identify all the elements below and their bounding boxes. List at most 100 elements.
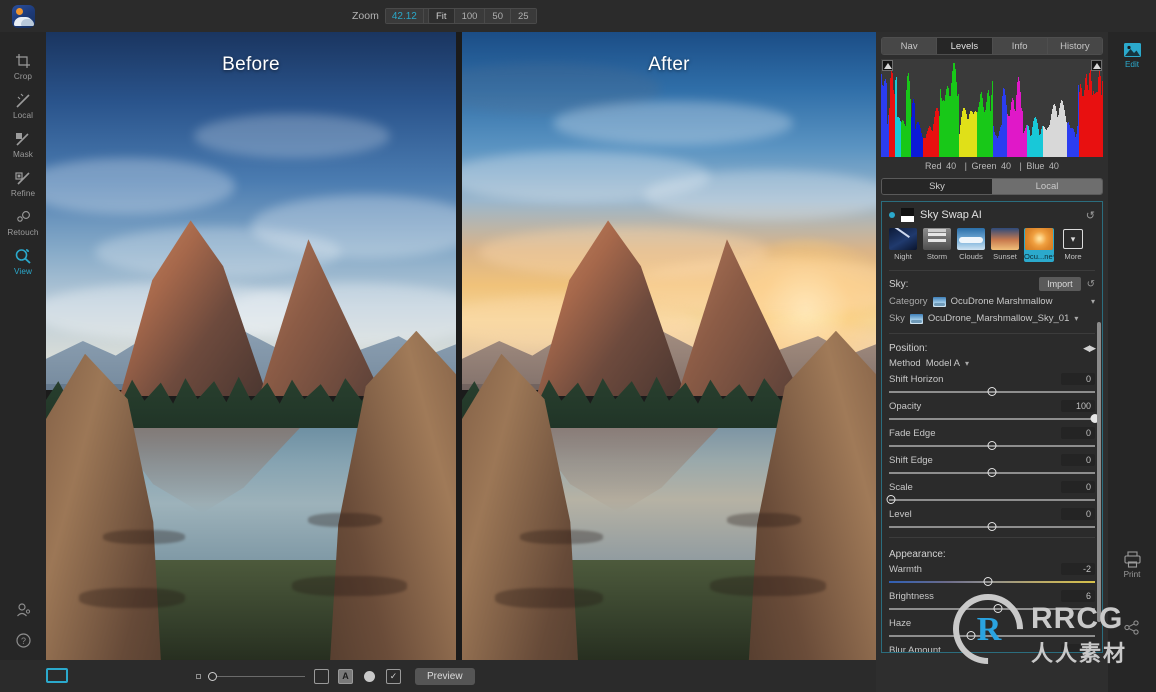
letter-a-icon[interactable]: A — [338, 669, 353, 684]
checkmark-box-icon[interactable]: ✓ — [386, 669, 401, 684]
preview-button[interactable]: Preview — [415, 668, 475, 685]
sidebar-item-refine[interactable]: Refine — [0, 163, 46, 202]
green-value: 40 — [1001, 161, 1011, 171]
tab-info[interactable]: Info — [993, 38, 1048, 54]
tab-levels[interactable]: Levels — [937, 38, 992, 54]
slider-track[interactable] — [889, 386, 1095, 398]
zoom-50-button[interactable]: 50 — [485, 9, 511, 23]
rail-item-print[interactable]: Print — [1108, 544, 1156, 581]
preset-more[interactable]: ▾ More — [1058, 228, 1088, 262]
tab-history[interactable]: History — [1048, 38, 1102, 54]
preset-clouds[interactable]: Clouds — [956, 228, 986, 262]
slider-value[interactable] — [1061, 622, 1095, 624]
preset-storm-icon — [923, 228, 951, 250]
tab-sky[interactable]: Sky — [882, 179, 992, 194]
slider-value[interactable]: 0 — [1061, 427, 1095, 439]
zoom-fit-button[interactable]: Fit — [429, 9, 455, 23]
preset-night[interactable]: Night — [888, 228, 918, 262]
sidebar-item-help[interactable]: ? — [0, 624, 46, 654]
slider-value[interactable]: 0 — [1061, 373, 1095, 385]
chevron-down-icon[interactable]: ▾ — [1074, 314, 1078, 323]
histogram[interactable] — [881, 59, 1103, 157]
slider-brightness[interactable]: Brightness6 — [882, 588, 1102, 615]
sidebar-item-account[interactable] — [0, 594, 46, 624]
filled-circle-icon[interactable] — [362, 669, 377, 684]
slider-value[interactable]: -2 — [1061, 563, 1095, 575]
rail-item-share[interactable] — [1108, 612, 1156, 639]
slider-track[interactable] — [889, 576, 1095, 588]
sidebar-item-retouch[interactable]: Retouch — [0, 202, 46, 241]
slider-shift-horizon[interactable]: Shift Horizon0 — [882, 371, 1102, 398]
slider-handle[interactable] — [988, 441, 997, 450]
slider-track[interactable] — [889, 494, 1095, 506]
slider-handle[interactable] — [988, 522, 997, 531]
sidebar-item-crop[interactable]: Crop — [0, 46, 46, 85]
slider-blur-amount[interactable]: Blur Amount0 — [882, 642, 1102, 653]
preset-strip: Night Storm Clouds Sunset Ocu...ne* — [882, 226, 1102, 268]
method-row[interactable]: Method Model A ▾ — [882, 355, 1102, 371]
slider-haze[interactable]: Haze — [882, 615, 1102, 642]
zoom-label: Zoom — [352, 10, 379, 22]
slider-fade-edge[interactable]: Fade Edge0 — [882, 425, 1102, 452]
zoom-100-button[interactable]: 100 — [455, 9, 486, 23]
category-row[interactable]: Category OcuDrone Marshmallow ▾ — [882, 293, 1102, 310]
zoom-value[interactable]: 42.12 — [386, 9, 423, 23]
slider-opacity[interactable]: Opacity100 — [882, 398, 1102, 425]
sidebar-item-view[interactable]: View — [0, 241, 46, 280]
slider-scale[interactable]: Scale0 — [882, 479, 1102, 506]
slider-track[interactable] — [889, 521, 1095, 533]
slider-track[interactable] — [889, 467, 1095, 479]
slider-value[interactable]: 0 — [1061, 644, 1095, 653]
zoom-25-button[interactable]: 25 — [511, 9, 536, 23]
small-square-icon[interactable] — [196, 674, 201, 679]
chevron-down-icon[interactable]: ▾ — [1091, 297, 1095, 306]
slider-value[interactable]: 0 — [1061, 454, 1095, 466]
sidebar-item-local[interactable]: Local — [0, 85, 46, 124]
image-canvas[interactable]: Before — [46, 32, 876, 660]
rail-item-edit[interactable]: Edit — [1108, 34, 1156, 71]
slider-value[interactable]: 0 — [1061, 508, 1095, 520]
tab-local[interactable]: Local — [992, 179, 1102, 194]
slider-handle[interactable] — [988, 468, 997, 477]
slider-value[interactable]: 0 — [1061, 481, 1095, 493]
red-value: 40 — [946, 161, 956, 171]
view-rect-icon[interactable] — [46, 668, 68, 683]
reset-arrow-icon[interactable]: ↺ — [1087, 279, 1095, 290]
slider-knob-icon[interactable] — [208, 672, 217, 681]
bottom-slider-track[interactable] — [217, 676, 305, 677]
slider-track[interactable] — [889, 630, 1095, 642]
level-handle-left-icon[interactable] — [882, 60, 893, 71]
slider-handle[interactable] — [994, 604, 1003, 613]
slider-track[interactable] — [889, 413, 1095, 425]
panel-scrollbar[interactable] — [1097, 322, 1101, 622]
tab-nav[interactable]: Nav — [882, 38, 937, 54]
import-button[interactable]: Import — [1039, 277, 1081, 291]
slider-handle[interactable] — [967, 631, 976, 640]
slider-value[interactable]: 6 — [1061, 590, 1095, 602]
after-image-pane[interactable]: After — [462, 32, 876, 660]
preset-sunset[interactable]: Sunset — [990, 228, 1020, 262]
before-image-pane[interactable]: Before — [46, 32, 456, 660]
chevron-down-icon[interactable]: ▾ — [965, 359, 969, 368]
slider-handle[interactable] — [887, 495, 896, 504]
slider-handle[interactable] — [983, 577, 992, 586]
module-thumbnail-icon — [901, 208, 914, 222]
preset-storm[interactable]: Storm — [922, 228, 952, 262]
sidebar-item-mask[interactable]: Mask — [0, 124, 46, 163]
slider-warmth[interactable]: Warmth-2 — [882, 561, 1102, 588]
reset-arrow-icon[interactable]: ↺ — [1086, 209, 1095, 222]
sky-row[interactable]: Sky OcuDrone_Marshmallow_Sky_01 ▾ — [882, 310, 1102, 327]
slider-level[interactable]: Level0 — [882, 506, 1102, 533]
slider-shift-edge[interactable]: Shift Edge0 — [882, 452, 1102, 479]
slider-handle[interactable] — [988, 387, 997, 396]
square-outline-icon[interactable] — [314, 669, 329, 684]
rail-label-edit: Edit — [1108, 60, 1156, 69]
level-handle-right-icon[interactable] — [1091, 60, 1102, 71]
module-enabled-dot[interactable] — [889, 212, 895, 218]
nudge-arrows-icon[interactable]: ◀▶ — [1083, 343, 1095, 354]
slider-track[interactable] — [889, 440, 1095, 452]
slider-track[interactable] — [889, 603, 1095, 615]
slider-value[interactable]: 100 — [1061, 400, 1095, 412]
preset-clouds-icon — [957, 228, 985, 250]
preset-ocudrone[interactable]: Ocu...ne* — [1024, 228, 1054, 262]
